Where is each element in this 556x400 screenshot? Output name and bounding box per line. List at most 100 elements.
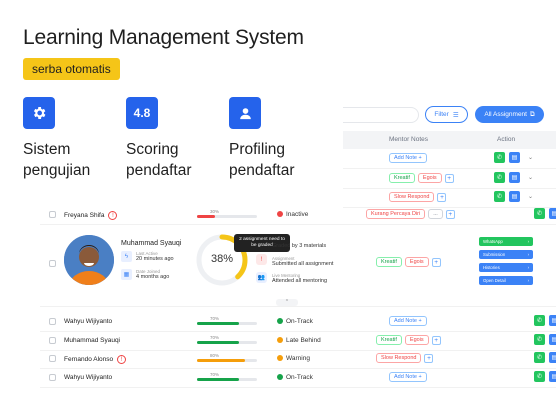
add-note-button[interactable]: Add Note +	[389, 316, 427, 326]
student-name-text: Fernando Alonso	[64, 356, 114, 364]
graded-text: Graded by 3 materials	[272, 243, 327, 249]
note-tag[interactable]: Kurang Percaya Diri	[366, 209, 426, 219]
add-note-plus-button[interactable]: +	[437, 192, 447, 202]
progress-track	[197, 341, 257, 344]
student-name-text: Wahyu Wijiyanto	[64, 318, 113, 325]
progress-track	[197, 359, 257, 362]
student-name-text: Freyana Shifa	[64, 212, 105, 220]
status-badge: On-Track	[277, 374, 313, 381]
last-active: ϟ Last Active 20 minutes ago	[121, 251, 174, 262]
action-buttons: WhatsApp › Submission › Histories › Open Detai…	[479, 237, 533, 285]
row-checkbox[interactable]	[49, 355, 56, 362]
progress-bar: 70%	[197, 316, 257, 325]
row-checkbox[interactable]	[49, 337, 56, 344]
row-checkbox[interactable]	[49, 211, 56, 218]
student-name: Freyana Shifa!	[64, 211, 118, 220]
add-note-plus-button[interactable]: +	[424, 353, 434, 363]
chevron-down-icon[interactable]: ⌄	[528, 154, 533, 161]
phone-icon[interactable]: ✆	[534, 315, 545, 326]
feature-label: Sistem pengujian	[23, 141, 91, 179]
message-icon[interactable]: ▤	[549, 371, 556, 382]
row-checkbox[interactable]	[49, 374, 56, 381]
mentor-notes: Add Note +	[389, 372, 427, 382]
add-note-button[interactable]: Add Note +	[389, 153, 427, 163]
table-row: Fernando Alonso! 80% Warning Slow Respond + ✆…	[40, 349, 556, 369]
status-text: Late Behind	[286, 337, 321, 344]
mentor-notes: Kreatif Egois +	[389, 173, 454, 183]
progress-fill	[197, 341, 239, 344]
tagline-badge: serba otomatis	[23, 58, 120, 80]
row-actions: ✆ ▤ ⌄	[494, 191, 533, 202]
status-text: Warning	[286, 355, 310, 362]
chevron-down-icon[interactable]: ⌄	[528, 174, 533, 181]
message-icon[interactable]: ▤	[509, 152, 520, 163]
message-icon[interactable]: ▤	[549, 208, 556, 219]
phone-icon[interactable]: ✆	[534, 352, 545, 363]
progress-track	[197, 322, 257, 325]
table-row: Freyana Shifa! 30% Inactive Kurang Percaya …	[40, 205, 556, 225]
whatsapp-button[interactable]: WhatsApp ›	[479, 237, 533, 246]
chevron-down-icon[interactable]: ⌄	[528, 193, 533, 200]
mentoring-text: Attended all mentoring	[272, 278, 328, 284]
all-assignment-button[interactable]: All Assignment ⧉	[475, 106, 544, 123]
status-badge: On-Track	[277, 318, 313, 325]
row-actions: ✆▤⌄	[534, 315, 556, 326]
note-tag[interactable]: Egois	[404, 257, 429, 267]
note-tag[interactable]: Slow Respond	[376, 353, 422, 363]
open-detail-button[interactable]: Open Detail ›	[479, 276, 533, 285]
search-input[interactable]	[343, 107, 419, 123]
button-label: Submission	[483, 252, 506, 257]
mentor-notes: Kreatif Egois +	[376, 335, 441, 345]
score-icon: 4.8	[126, 97, 158, 129]
submission-button[interactable]: Submission ›	[479, 250, 533, 259]
filter-button[interactable]: Filter ☰	[425, 106, 468, 123]
warning-icon: !	[108, 211, 118, 220]
message-icon[interactable]: ▤	[509, 172, 520, 183]
add-note-plus-button[interactable]: +	[444, 173, 454, 183]
add-note-plus-button[interactable]: +	[445, 209, 455, 219]
row-actions: ✆▤⌄	[534, 208, 556, 219]
phone-icon[interactable]: ✆	[534, 334, 545, 345]
row-checkbox[interactable]	[49, 318, 56, 325]
feature-label: Profiling pendaftar	[229, 141, 295, 179]
alert-icon[interactable]: !	[256, 254, 267, 265]
mentor-notes: Add Note +	[389, 153, 427, 163]
phone-icon[interactable]: ✆	[494, 191, 505, 202]
phone-icon[interactable]: ✆	[534, 208, 545, 219]
note-tag[interactable]: ...	[428, 209, 443, 219]
note-tag[interactable]: Kreatif	[376, 257, 402, 267]
warning-icon: !	[117, 355, 127, 364]
arrow-right-icon: ›	[527, 265, 529, 270]
progress-track	[197, 215, 257, 218]
assignment-text: Submitted all assignment	[272, 261, 334, 267]
filter-label: Filter	[434, 111, 449, 118]
progress-percent: 38%	[210, 253, 234, 265]
note-tag[interactable]: Kreatif	[376, 335, 402, 345]
progress-bar: 80%	[197, 353, 257, 362]
row-actions: ✆ ▤ ⌄	[494, 172, 533, 183]
status-dot	[277, 355, 283, 361]
arrow-right-icon: ›	[527, 252, 529, 257]
collapse-button[interactable]: ⌃	[276, 299, 298, 306]
message-icon[interactable]: ▤	[549, 315, 556, 326]
last-active-value: 20 minutes ago	[136, 256, 174, 262]
row-checkbox[interactable]	[49, 260, 56, 267]
student-name: Wahyu Wijiyanto	[64, 374, 112, 381]
phone-icon[interactable]: ✆	[534, 371, 545, 382]
message-icon[interactable]: ▤	[549, 352, 556, 363]
histories-button[interactable]: Histories ›	[479, 263, 533, 272]
add-note-plus-button[interactable]: +	[431, 335, 441, 345]
status-dot	[277, 337, 283, 343]
add-note-plus-button[interactable]: +	[431, 257, 441, 267]
phone-icon[interactable]: ✆	[494, 172, 505, 183]
note-tag[interactable]: Kreatif	[389, 173, 415, 183]
table-header: Mentor Notes Action	[343, 131, 556, 149]
message-icon[interactable]: ▤	[509, 191, 520, 202]
note-tag[interactable]: Slow Respond	[389, 192, 435, 202]
add-note-button[interactable]: Add Note +	[389, 372, 427, 382]
phone-icon[interactable]: ✆	[494, 152, 505, 163]
message-icon[interactable]: ▤	[549, 334, 556, 345]
note-tag[interactable]: Egois	[417, 173, 442, 183]
mentor-notes: Slow Respond +	[376, 353, 434, 363]
note-tag[interactable]: Egois	[404, 335, 429, 345]
